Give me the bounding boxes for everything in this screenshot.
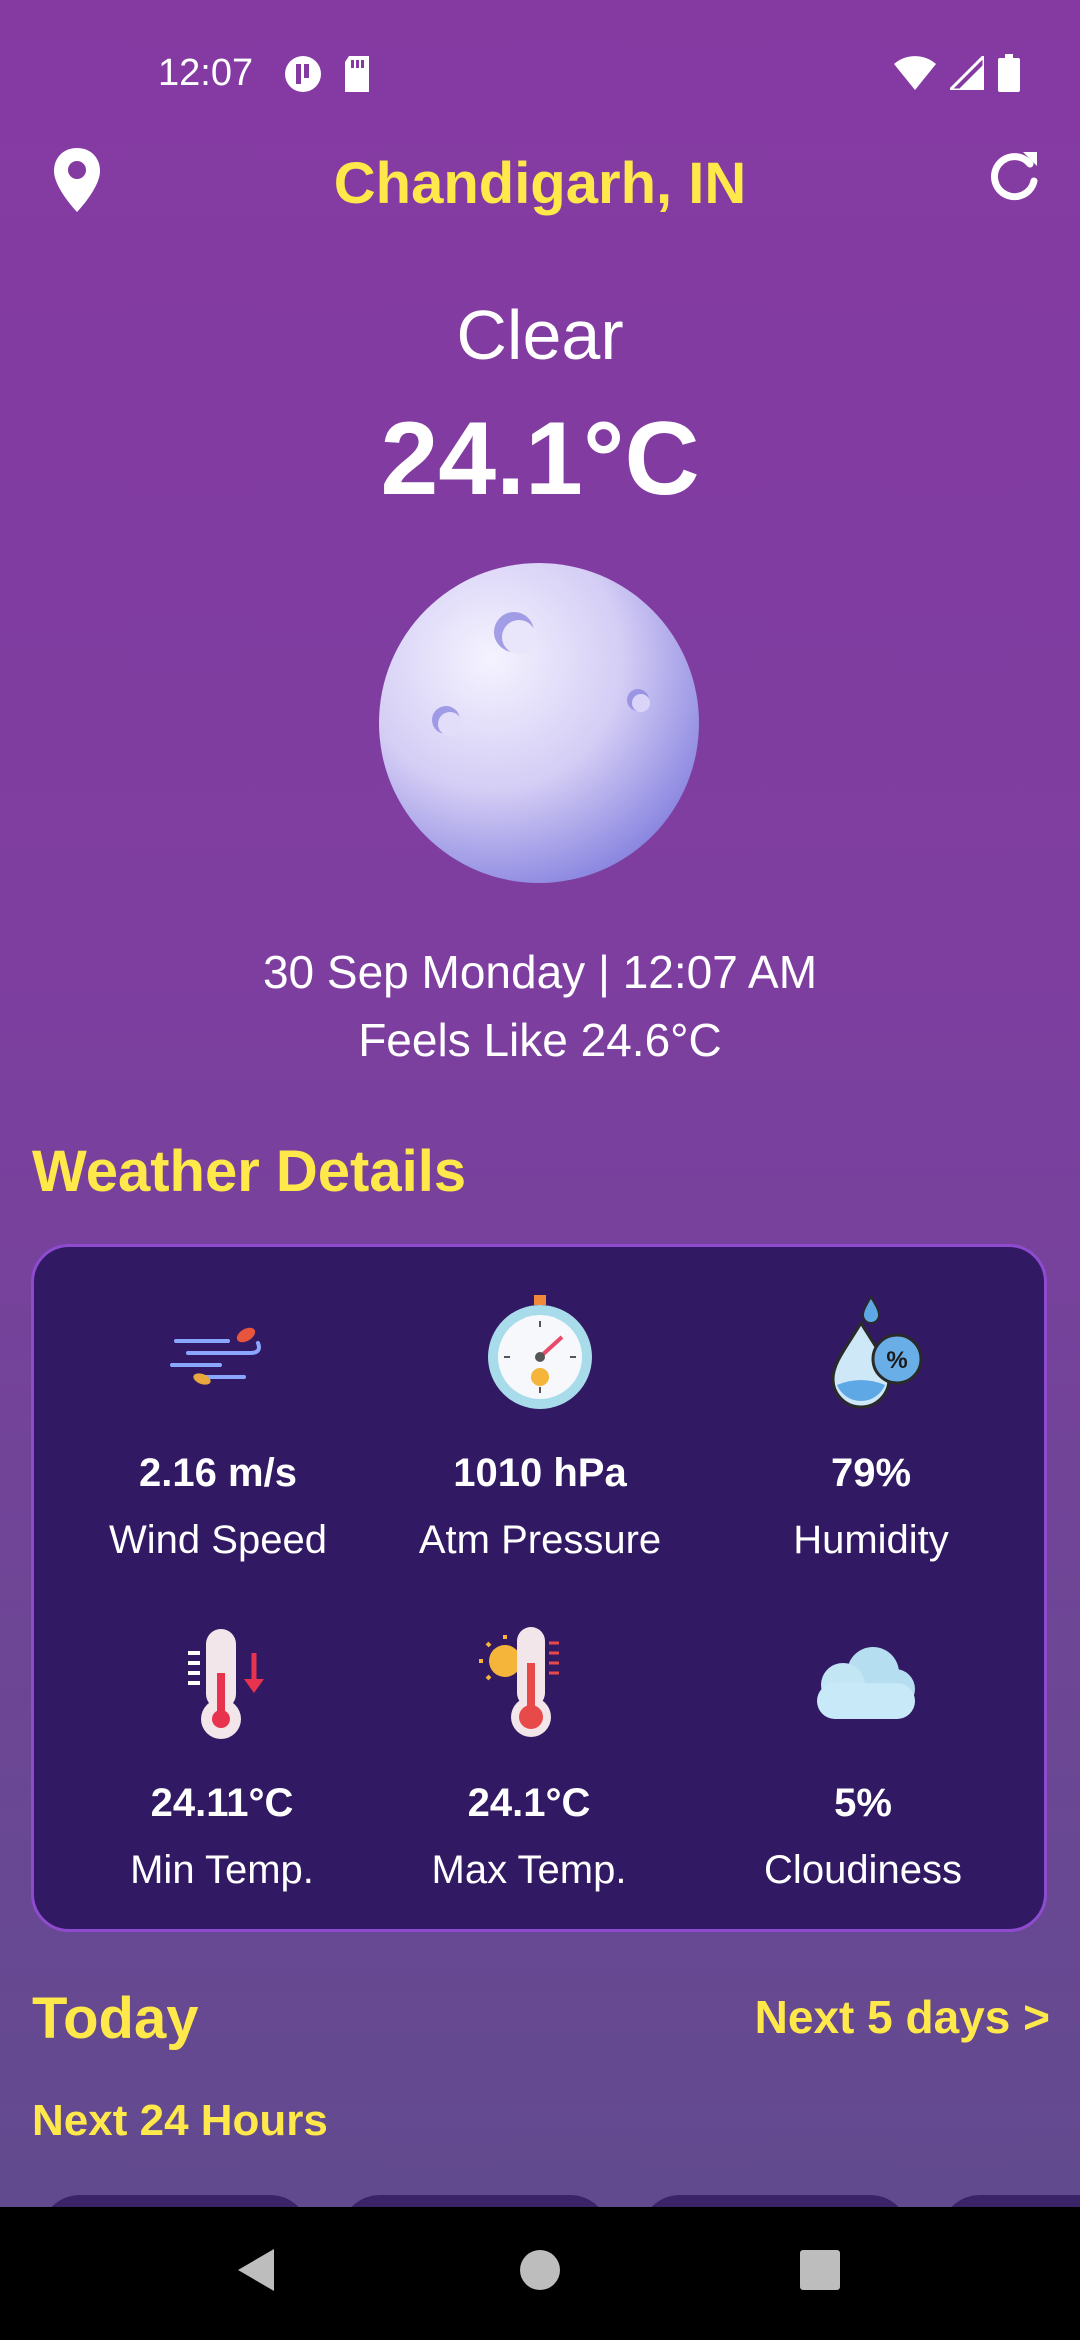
detail-humidity: % 79% Humidity — [706, 1293, 1036, 1563]
back-icon[interactable] — [236, 2247, 276, 2293]
cloud-icon — [817, 1647, 915, 1719]
city-title: Chandigarh, IN — [333, 151, 747, 216]
humidity-value: 79% — [830, 1451, 912, 1495]
wind-speed-value: 2.16 m/s — [139, 1451, 297, 1495]
humidity-label: Humidity — [793, 1518, 949, 1562]
cell-signal-icon — [950, 56, 984, 90]
weather-details-card: 2.16 m/s Wind Speed 1010 hPa Atm Pressur… — [31, 1244, 1047, 1932]
max-temp-value: 24.1°C — [467, 1781, 591, 1825]
next-5-days-link[interactable]: Next 5 days > — [755, 1990, 1050, 2044]
detail-atm-pressure: 1010 hPa Atm Pressure — [375, 1293, 705, 1563]
home-icon[interactable] — [519, 2249, 561, 2291]
humidity-icon: % — [831, 1295, 923, 1409]
detail-max-temp: 24.1°C Max Temp. — [364, 1623, 694, 1893]
recents-icon[interactable] — [800, 2250, 840, 2290]
wind-speed-label: Wind Speed — [109, 1518, 327, 1562]
status-icons-left — [283, 54, 373, 94]
next-24-hours-title: Next 24 Hours — [32, 2096, 328, 2145]
wind-icon — [170, 1327, 261, 1385]
battery-icon — [998, 54, 1020, 92]
detail-min-temp: 24.11°C Min Temp. — [57, 1623, 387, 1893]
min-temp-value: 24.11°C — [150, 1781, 294, 1825]
detail-cloudiness: 5% Cloudiness — [698, 1623, 1028, 1893]
weather-condition: Clear — [456, 296, 624, 374]
refresh-button[interactable] — [985, 148, 1043, 206]
barometer-icon — [488, 1295, 592, 1409]
atm-pressure-label: Atm Pressure — [418, 1518, 662, 1562]
detail-wind-speed: 2.16 m/s Wind Speed — [53, 1293, 383, 1563]
min-temp-label: Min Temp. — [130, 1848, 314, 1892]
atm-pressure-value: 1010 hPa — [453, 1451, 627, 1495]
app-notification-icon — [285, 56, 321, 92]
system-navigation-bar — [0, 2207, 1080, 2340]
today-title: Today — [32, 1986, 199, 2051]
refresh-icon — [991, 152, 1038, 201]
moon-icon — [376, 560, 702, 886]
thermometer-low-icon — [188, 1629, 264, 1739]
cloudiness-label: Cloudiness — [764, 1848, 962, 1892]
wifi-icon — [894, 56, 936, 90]
date-time-text: 30 Sep Monday | 12:07 AM — [262, 946, 818, 998]
status-time: 12:07 — [158, 52, 254, 94]
max-temp-label: Max Temp. — [431, 1848, 627, 1892]
status-icons-right — [894, 54, 1020, 92]
cloudiness-value: 5% — [834, 1781, 892, 1825]
svg-text:%: % — [886, 1347, 907, 1374]
thermometer-high-icon — [479, 1627, 559, 1737]
current-temperature: 24.1°C — [380, 401, 700, 517]
feels-like-text: Feels Like 24.6°C — [358, 1014, 722, 1066]
weather-details-title: Weather Details — [32, 1139, 467, 1204]
sd-card-icon — [345, 56, 369, 92]
